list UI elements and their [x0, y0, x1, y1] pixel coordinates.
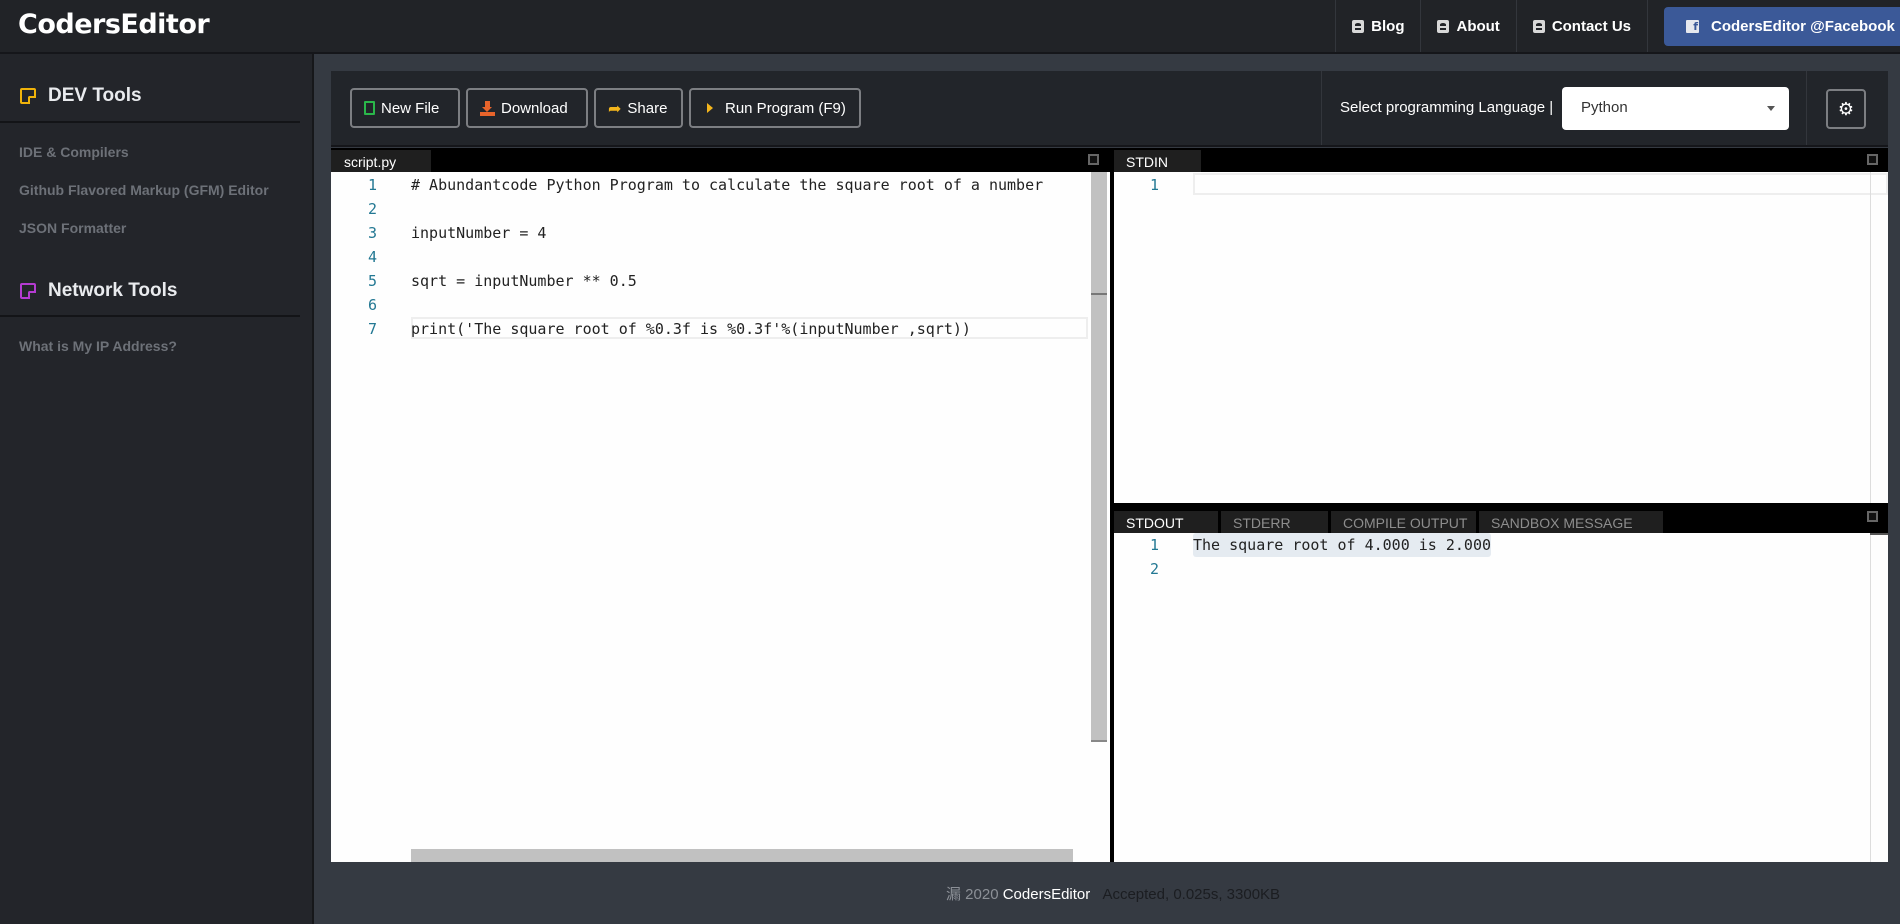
new-file-button[interactable]: New File: [350, 88, 460, 128]
download-button[interactable]: Download: [466, 88, 588, 128]
section-network-tools: Network Tools: [20, 280, 178, 302]
horizontal-scrollbar[interactable]: [411, 849, 1073, 862]
nav-blog[interactable]: Blog: [1335, 0, 1420, 52]
output-pane: STDOUT STDERR COMPILE OUTPUT SANDBOX MES…: [1114, 503, 1888, 862]
tab-compile-output[interactable]: COMPILE OUTPUT: [1331, 511, 1476, 533]
stdin-editor[interactable]: 1: [1114, 173, 1888, 197]
code-line: 6: [367, 296, 377, 314]
code-line: 2: [367, 200, 377, 218]
sidebar: DEV Tools IDE & Compilers Github Flavore…: [0, 54, 314, 924]
facebook-label: CodersEditor @Facebook: [1711, 17, 1895, 35]
tab-stdout[interactable]: STDOUT: [1114, 511, 1218, 533]
stdout-output: 1 The square root of 4.000 is 2.000 2: [1114, 533, 1888, 581]
top-header: CodersEditor Blog About Contact Us f Cod…: [0, 0, 1900, 54]
run-status: Accepted, 0.025s, 3300KB: [1102, 886, 1281, 903]
footer: 漏 2020 CodersEditor Accepted, 0.025s, 33…: [946, 883, 1280, 904]
sticky-note-icon: [20, 283, 36, 299]
settings-button[interactable]: ⚙: [1826, 89, 1866, 129]
code-line-current: 7 print('The square root of %0.3f is %0.3…: [331, 317, 1088, 341]
stdin-tabbar: STDIN: [1114, 148, 1888, 172]
editor-toolbar: New File Download ➦ Share Run Program (F…: [331, 71, 1888, 147]
contact-card-icon: [1532, 19, 1545, 33]
top-nav: Blog About Contact Us f CodersEditor @Fa…: [1335, 0, 1900, 52]
vertical-scrollbar[interactable]: [1091, 172, 1107, 742]
brand-logo[interactable]: CodersEditor: [18, 9, 210, 40]
script-editor-pane: script.py 1 # Abundantcode Python Program…: [331, 148, 1110, 862]
contact-card-icon: [1352, 19, 1365, 33]
new-file-label: New File: [381, 99, 440, 117]
language-select[interactable]: Python: [1562, 87, 1789, 130]
divider: [0, 315, 300, 317]
nav-contact-label: Contact Us: [1551, 17, 1631, 35]
copyright-text: 漏 2020: [946, 886, 999, 903]
download-icon: [480, 100, 495, 116]
nav-about[interactable]: About: [1420, 0, 1515, 52]
gear-icon: ⚙: [1837, 98, 1855, 120]
stdin-pane: STDIN 1: [1114, 148, 1888, 503]
code-line: 3 inputNumber = 4: [367, 224, 547, 242]
section-title: DEV Tools: [48, 85, 142, 106]
sidebar-link-ide-compilers[interactable]: IDE & Compilers: [19, 144, 129, 160]
run-label: Run Program (F9): [725, 99, 846, 117]
scroll-thumb-marker: [1091, 293, 1107, 295]
maximize-icon[interactable]: [1867, 511, 1878, 522]
tab-script-py[interactable]: script.py: [331, 150, 431, 172]
code-line: 5 sqrt = inputNumber ** 0.5: [367, 272, 637, 290]
code-editor[interactable]: 1 # Abundantcode Python Program to calcul…: [331, 173, 1088, 341]
section-dev-tools: DEV Tools: [20, 85, 142, 107]
download-label: Download: [501, 99, 568, 117]
code-line: 4: [367, 248, 377, 266]
nav-blog-label: Blog: [1371, 17, 1405, 35]
language-selected-value: Python: [1581, 99, 1628, 116]
language-label: Select programming Language |: [1340, 99, 1554, 116]
section-title: Network Tools: [48, 280, 178, 301]
share-label: Share: [627, 99, 668, 117]
divider: [1321, 71, 1322, 145]
script-tabbar: script.py: [331, 148, 1110, 172]
scroll-thumb-marker: [1870, 533, 1888, 535]
share-icon: ➦: [608, 98, 622, 118]
code-line: 1 # Abundantcode Python Program to calcul…: [367, 176, 1044, 194]
footer-brand[interactable]: CodersEditor: [1003, 886, 1091, 903]
output-line: 1 The square root of 4.000 is 2.000: [1114, 533, 1888, 557]
tab-sandbox-message[interactable]: SANDBOX MESSAGE: [1479, 511, 1663, 533]
tab-stderr[interactable]: STDERR: [1221, 511, 1328, 533]
facebook-icon: f: [1686, 19, 1699, 33]
sticky-note-icon: [20, 88, 36, 104]
scroll-gutter: [1870, 533, 1871, 862]
nav-about-label: About: [1456, 17, 1500, 35]
sidebar-link-gfm-editor[interactable]: Github Flavored Markup (GFM) Editor: [19, 182, 269, 198]
play-icon: [707, 103, 713, 113]
contact-card-icon: [1437, 19, 1450, 33]
facebook-button[interactable]: f CodersEditor @Facebook: [1664, 6, 1900, 46]
share-button[interactable]: ➦ Share: [594, 88, 683, 128]
sidebar-link-json-formatter[interactable]: JSON Formatter: [19, 220, 126, 236]
stdin-line: 1: [1114, 173, 1888, 197]
nav-facebook-wrap: f CodersEditor @Facebook: [1647, 0, 1900, 52]
output-tabbar: STDOUT STDERR COMPILE OUTPUT SANDBOX MES…: [1114, 503, 1888, 533]
output-line: 2: [1149, 560, 1159, 578]
file-icon: [364, 101, 375, 115]
scroll-gutter: [1870, 172, 1871, 503]
maximize-icon[interactable]: [1088, 154, 1099, 165]
divider: [0, 121, 300, 123]
sidebar-link-my-ip[interactable]: What is My IP Address?: [19, 338, 177, 354]
nav-contact-us[interactable]: Contact Us: [1515, 0, 1647, 52]
caret-down-icon: [1767, 106, 1775, 111]
divider: [1806, 71, 1807, 145]
tab-stdin[interactable]: STDIN: [1114, 150, 1201, 172]
maximize-icon[interactable]: [1867, 154, 1878, 165]
run-program-button[interactable]: Run Program (F9): [689, 88, 861, 128]
